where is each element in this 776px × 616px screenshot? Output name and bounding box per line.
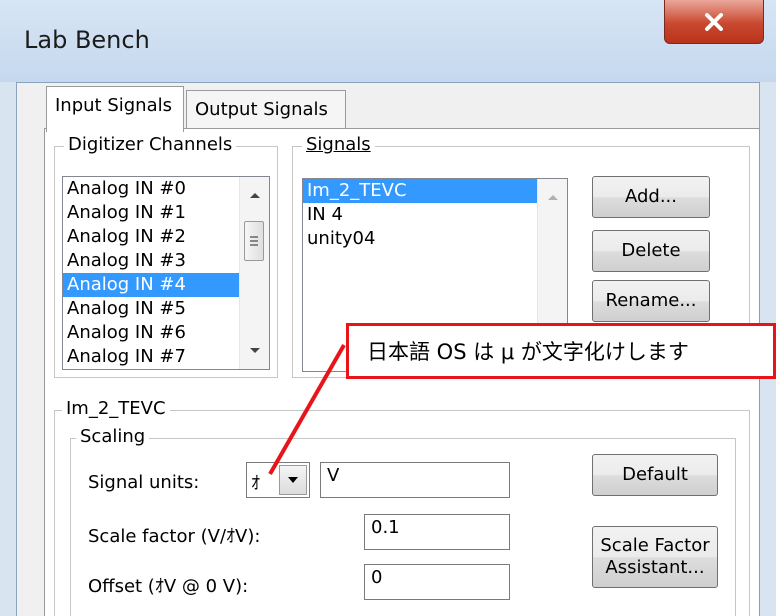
annotation-arrow [268, 344, 346, 475]
annotation-callout: 日本語 OS は μ が文字化けします [346, 323, 776, 379]
annotation-text: 日本語 OS は μ が文字化けします [367, 340, 689, 364]
